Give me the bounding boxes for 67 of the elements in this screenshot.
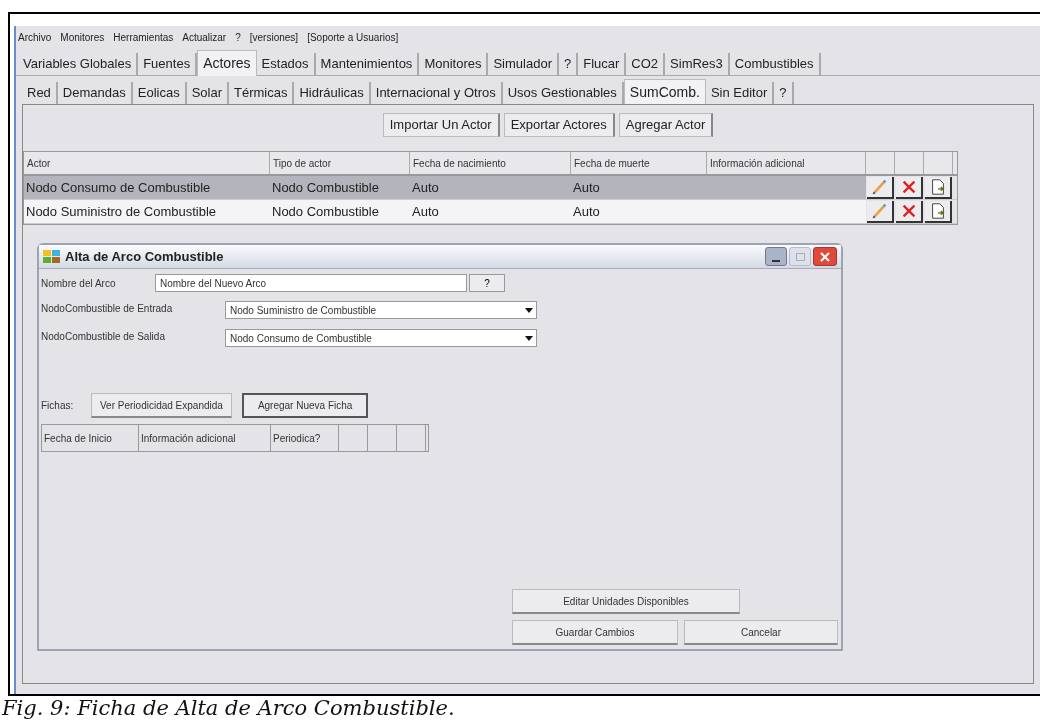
column-header: Fecha de muerte (571, 152, 707, 174)
document-arrow-button[interactable] (925, 200, 952, 223)
edit-pencil-button[interactable] (867, 200, 894, 223)
minimize-button[interactable] (765, 247, 787, 266)
column-header: Información adicional (139, 425, 271, 451)
document-arrow-button[interactable] (925, 176, 952, 199)
dropdown[interactable]: Nodo Suministro de Combustible (225, 301, 537, 319)
table-cell: Nodo Suministro de Combustible (24, 200, 270, 223)
tab[interactable]: Variables Globales (18, 53, 139, 75)
action-button[interactable]: Importar Un Actor (382, 113, 500, 137)
tab[interactable]: SimRes3 (665, 53, 730, 75)
tab[interactable]: ? (559, 53, 579, 75)
column-header: Fecha de nacimiento (410, 152, 571, 174)
menu-item[interactable]: Monitores (60, 29, 105, 45)
edit-pencil-button[interactable] (867, 176, 894, 199)
delete-button[interactable] (896, 176, 923, 199)
action-button[interactable]: Exportar Actores (503, 113, 615, 137)
table-cell: Nodo Combustible (270, 200, 410, 223)
table-cell: Auto (571, 200, 707, 223)
ficha-button[interactable]: Ver Periodicidad Expandida (91, 393, 232, 418)
field-label: NodoCombustible de Salida (41, 330, 166, 344)
tab[interactable]: Actores (197, 50, 257, 76)
table-cell: Nodo Combustible (270, 176, 410, 199)
close-icon (820, 251, 830, 262)
edit-units-button[interactable]: Editar Unidades Disponibles (512, 589, 740, 614)
menu-item[interactable]: Actualizar (182, 29, 227, 45)
edit-pencil-icon (870, 177, 889, 196)
column-header: Actor (24, 152, 270, 174)
field-label: NodoCombustible de Entrada (41, 302, 174, 316)
dropdown[interactable]: Nodo Consumo de Combustible (225, 329, 537, 347)
cancel-button[interactable]: Cancelar (684, 620, 838, 645)
menu-item[interactable]: [versiones] (249, 29, 299, 45)
tab[interactable]: Flucar (578, 53, 627, 75)
dropdown-value: Nodo Suministro de Combustible (230, 303, 378, 318)
column-header: Tipo de actor (270, 152, 410, 174)
delete-button[interactable] (896, 200, 923, 223)
column-header: Información adicional (707, 152, 866, 174)
menu-item[interactable]: Herramientas (113, 29, 174, 45)
menu-item[interactable]: ? (235, 29, 241, 45)
menu-item[interactable]: Archivo (18, 29, 52, 45)
table-cell: Auto (410, 176, 571, 199)
app-icon (43, 249, 61, 264)
ficha-button[interactable]: Agregar Nueva Ficha (241, 393, 369, 418)
tab[interactable]: Combustibles (729, 53, 821, 75)
tab[interactable]: Simulador (488, 53, 559, 75)
table-cell: Nodo Consumo de Combustible (24, 176, 270, 199)
save-button[interactable]: Guardar Cambios (512, 620, 678, 645)
table-cell: Auto (571, 176, 707, 199)
tab[interactable]: CO2 (626, 53, 666, 75)
menu-item[interactable]: [Soporte a Usuarios] (307, 29, 399, 45)
fichas-label: Fichas: (41, 399, 75, 413)
column-header: Periodica? (271, 425, 339, 451)
edit-pencil-icon (870, 201, 889, 220)
dropdown-value: Nodo Consumo de Combustible (230, 331, 373, 346)
tab[interactable]: SumComb. (623, 79, 706, 105)
column-header: Fecha de Inicio (42, 425, 139, 451)
figure-caption: Fig. 9: Ficha de Alta de Arco Combustible. (0, 696, 456, 720)
arc-name-field[interactable]: Nombre del Nuevo Arco (155, 274, 467, 292)
help-button[interactable]: ? (469, 274, 505, 292)
tab[interactable]: Monitores (419, 53, 489, 75)
field-label: Nombre del Arco (41, 276, 117, 291)
tab[interactable]: Mantenimientos (315, 53, 420, 75)
dialog-title: Alta de Arco Combustible (65, 247, 224, 266)
close-button[interactable] (813, 247, 837, 266)
action-button[interactable]: Agregar Actor (618, 113, 714, 137)
table-cell: Auto (410, 200, 571, 223)
tab[interactable]: Estados (256, 53, 316, 75)
